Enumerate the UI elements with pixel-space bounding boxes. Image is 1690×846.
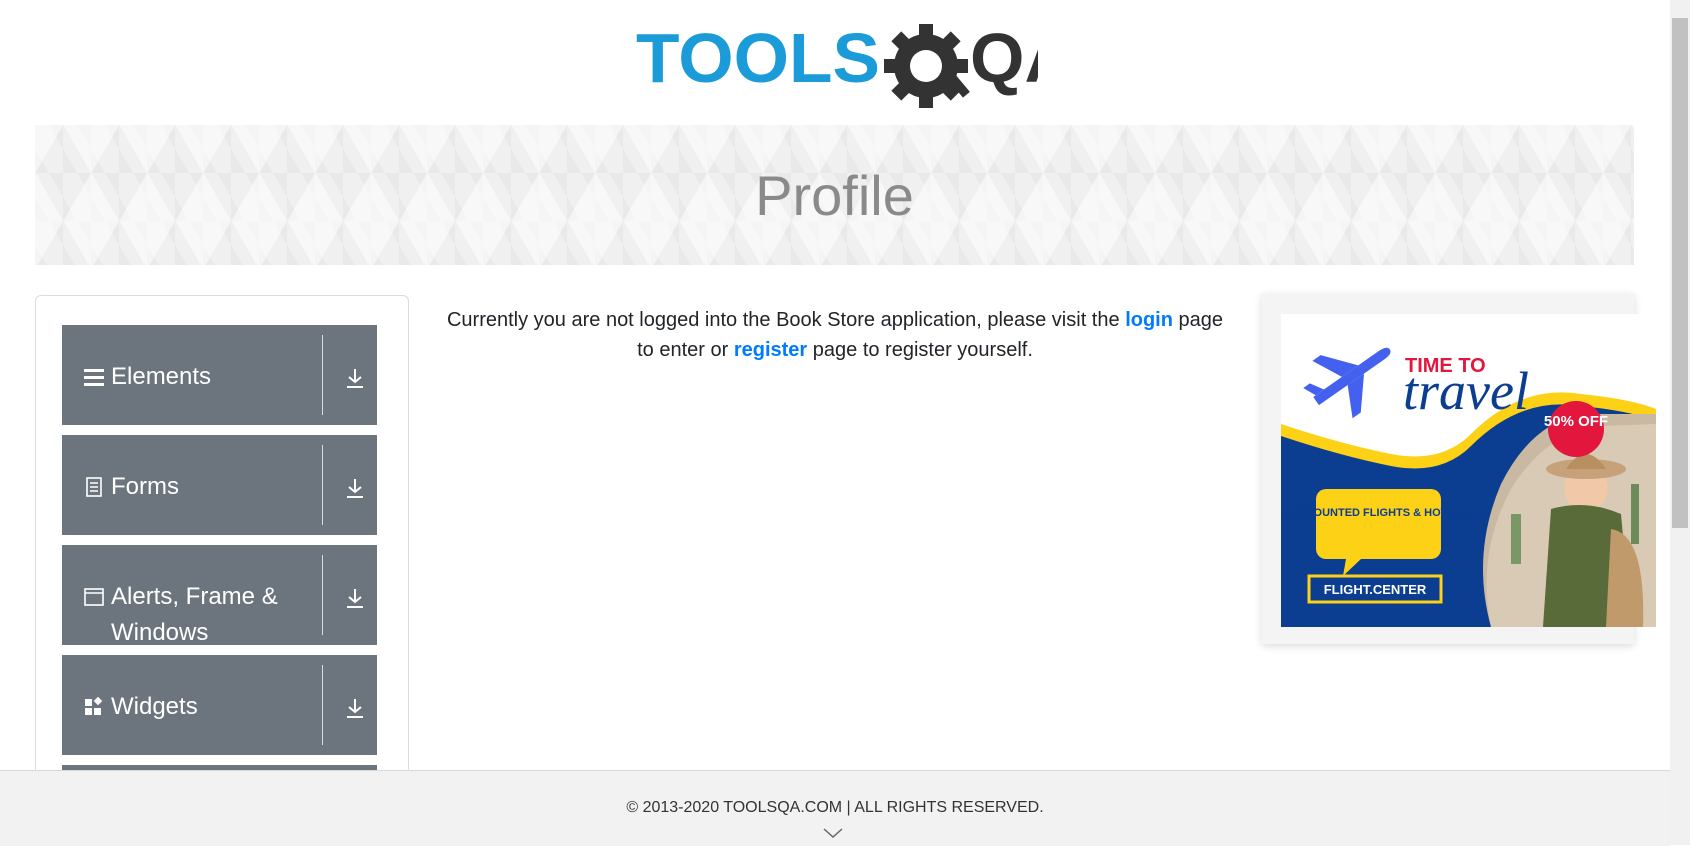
- ad-brand-text: FLIGHT.CENTER: [1324, 582, 1427, 597]
- register-link[interactable]: register: [734, 339, 807, 361]
- toolsqa-logo[interactable]: TOOLS QA: [636, 18, 1038, 114]
- divider: [322, 445, 323, 525]
- download-arrow-icon[interactable]: [345, 367, 365, 389]
- travel-ad-banner[interactable]: TIME TO travel 50% OFF DISCOUNTED FLIGHT…: [1281, 314, 1656, 627]
- download-arrow-icon[interactable]: [345, 697, 365, 719]
- login-link[interactable]: login: [1125, 309, 1173, 331]
- svg-text:DISCOUNTED FLIGHTS & HOTELS: DISCOUNTED FLIGHTS & HOTELS: [1287, 507, 1469, 519]
- sidebar-group-label: Forms: [111, 473, 179, 500]
- login-notice: Currently you are not logged into the Bo…: [440, 305, 1230, 365]
- divider: [322, 555, 323, 635]
- sidebar-group-label: Elements: [111, 363, 212, 390]
- widgets-icon: [85, 697, 103, 715]
- gear-icon: [884, 24, 970, 108]
- menu-icon: [84, 369, 104, 386]
- download-arrow-icon[interactable]: [345, 477, 365, 499]
- sidebar-group-label: Alerts, Frame & Windows: [111, 583, 278, 646]
- site-header: TOOLS QA: [0, 0, 1670, 125]
- sidebar-group-elements[interactable]: Elements: [62, 325, 377, 425]
- ad-bubble-text: DISCOUNTED FLIGHTS & HOTELS: [1287, 507, 1469, 519]
- copyright-text: © 2013-2020 TOOLSQA.COM | ALL RIGHTS RES…: [626, 799, 1044, 816]
- form-icon: [86, 477, 102, 497]
- logo-tools-text: TOOLS: [636, 19, 880, 97]
- sidebar-group-forms[interactable]: Forms: [62, 435, 377, 535]
- logo-qa-text: QA: [970, 19, 1038, 97]
- svg-text:50% OFF: 50% OFF: [1544, 413, 1608, 430]
- divider: [322, 335, 323, 415]
- divider: [322, 665, 323, 745]
- page-title: Profile: [755, 164, 914, 227]
- sidebar-group-widgets[interactable]: Widgets: [62, 655, 377, 755]
- download-arrow-icon[interactable]: [345, 587, 365, 609]
- page-banner: Profile: [35, 125, 1634, 265]
- ad-badge-text: 50% OFF: [1544, 413, 1608, 430]
- window-icon: [84, 588, 104, 606]
- ad-headline-big: travel: [1403, 361, 1529, 421]
- notice-text: page to register yourself.: [812, 339, 1033, 361]
- sidebar-group-alerts-frame-windows[interactable]: Alerts, Frame & Windows: [62, 545, 377, 646]
- chevron-down-icon[interactable]: [822, 827, 844, 839]
- notice-text: Currently you are not logged into the Bo…: [446, 309, 1120, 331]
- site-footer: © 2013-2020 TOOLSQA.COM | ALL RIGHTS RES…: [0, 770, 1670, 846]
- sidebar-group-label: Widgets: [111, 693, 198, 720]
- scrollbar-thumb[interactable]: [1672, 18, 1688, 528]
